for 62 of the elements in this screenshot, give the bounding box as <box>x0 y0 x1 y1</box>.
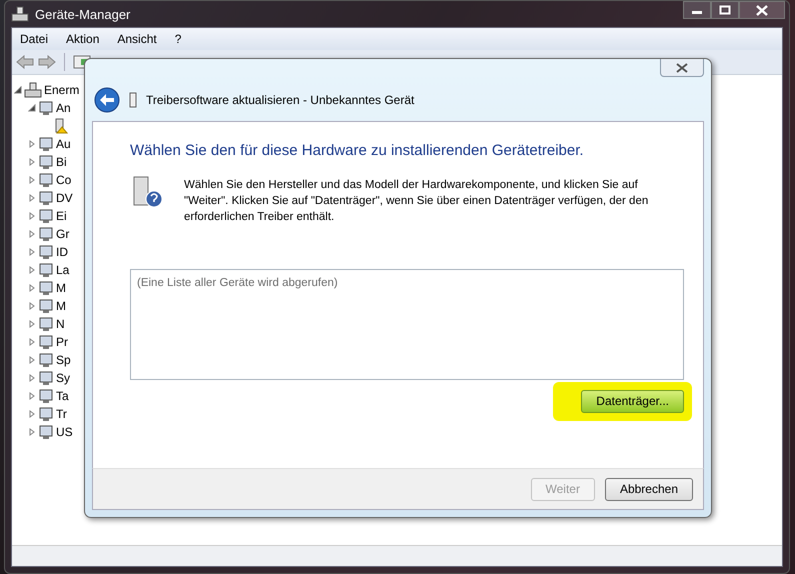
maximize-button[interactable] <box>711 1 739 19</box>
dialog-heading: Wählen Sie den für diese Hardware zu installierenden Gerätetreiber. <box>130 142 585 159</box>
tree-item[interactable]: Sp <box>56 353 71 367</box>
device-icon <box>38 172 54 188</box>
dialog-button[interactable]: Abbrechen <box>604 478 693 501</box>
window-title: Geräte-Manager <box>35 6 130 22</box>
expander-icon[interactable] <box>14 86 22 94</box>
device-icon <box>38 208 54 224</box>
expander-icon[interactable] <box>28 104 36 112</box>
device-icon <box>38 406 54 422</box>
tree-item[interactable]: Bi <box>56 155 67 169</box>
menu-item[interactable]: Ansicht <box>117 32 157 46</box>
tree-item[interactable]: Sy <box>56 371 70 385</box>
device-icon <box>128 92 138 108</box>
tree-item[interactable]: DV <box>56 191 73 205</box>
tree-item[interactable]: N <box>56 317 65 331</box>
maximize-icon <box>719 5 731 15</box>
disk-button[interactable]: Datenträger... <box>581 390 684 413</box>
device-icon <box>38 100 54 116</box>
close-button[interactable] <box>660 59 704 77</box>
tree-item[interactable]: Enerm <box>44 83 80 97</box>
forward-arrow-icon[interactable] <box>38 55 56 69</box>
device-icon <box>38 334 54 350</box>
device-icon <box>38 388 54 404</box>
close-icon <box>675 62 689 72</box>
dialog-title: Treibersoftware aktualisieren - Unbekanntes Gerät <box>146 92 414 107</box>
back-button[interactable] <box>94 86 120 113</box>
tree-item[interactable]: Gr <box>56 227 70 241</box>
minimize-button[interactable] <box>683 1 711 19</box>
device-list[interactable]: (Eine Liste aller Geräte wird abgerufen) <box>130 268 684 380</box>
tree-item[interactable]: An <box>56 101 71 115</box>
menu-item[interactable]: Aktion <box>66 32 100 46</box>
tree-item[interactable]: M <box>56 299 66 313</box>
tree-item[interactable]: US <box>56 425 73 439</box>
device-icon <box>38 262 54 278</box>
device-icon <box>38 298 54 314</box>
close-button[interactable] <box>739 1 785 19</box>
tree-item[interactable]: La <box>56 263 70 277</box>
tree-item[interactable]: Au <box>56 137 71 151</box>
back-arrow-icon[interactable] <box>16 55 34 69</box>
device-icon <box>38 424 54 440</box>
close-icon <box>755 4 769 16</box>
tree-item[interactable]: Co <box>56 173 72 187</box>
tree-item[interactable]: ID <box>56 245 68 259</box>
device-icon <box>38 280 54 296</box>
device-icon <box>38 352 54 368</box>
device-icon <box>38 316 54 332</box>
device-icon <box>38 154 54 170</box>
instruction-text: Wählen Sie den Hersteller und das Modell der Hardwarekomponente, und klicken Sie auf "Weiter". Klicken Sie auf "Datenträger", wenn Sie über einen Datenträger verfügen, der den erforderlichen Treiber enthält. <box>184 178 650 225</box>
device-icon <box>38 226 54 242</box>
tree-item[interactable]: Ta <box>56 389 69 403</box>
device-icon <box>38 370 54 386</box>
menu-item[interactable]: Datei <box>20 32 48 46</box>
device-icon <box>38 190 54 206</box>
device-icon <box>38 136 54 152</box>
tree-item[interactable]: Tr <box>56 407 67 421</box>
menu-item[interactable]: ? <box>174 32 182 46</box>
tree-item[interactable]: M <box>56 281 66 295</box>
list-placeholder: (Eine Liste aller Geräte wird abgerufen) <box>137 276 338 289</box>
tree-item[interactable]: Ei <box>56 209 67 223</box>
device-icon <box>38 244 54 260</box>
tree-item[interactable]: Pr <box>56 335 68 349</box>
